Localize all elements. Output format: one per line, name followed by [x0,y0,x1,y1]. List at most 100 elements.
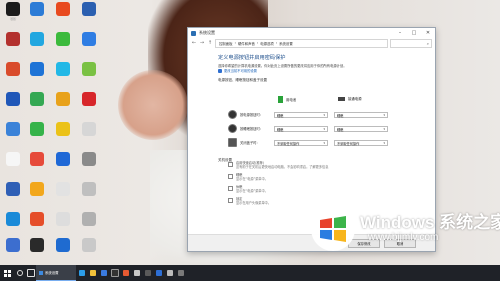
app-icon [30,92,44,106]
app-icon [6,32,20,46]
chevron-down-icon: ▾ [383,127,385,131]
desktop-shortcut[interactable]: QQ [2,2,24,28]
task-view-icon[interactable] [25,265,36,281]
app-icon [30,152,44,166]
breadcrumb[interactable]: 控制面板 › 硬件和声音 › 电源选项 › 系统设置 [215,38,388,48]
desktop-shortcut[interactable] [2,182,24,208]
breadcrumb-item[interactable]: 系统设置 [279,41,293,46]
desktop-shortcut[interactable] [78,238,100,264]
desktop-shortcut[interactable] [2,62,24,88]
app-icon[interactable] [109,265,120,281]
sleep-button-battery-select[interactable]: 睡眠 ▾ [274,126,328,132]
checkbox-box[interactable] [228,197,233,203]
search-taskbar-icon[interactable] [14,265,25,281]
desktop-shortcut[interactable] [52,62,74,88]
desktop-shortcut[interactable] [26,212,48,238]
power-button-plugged-select[interactable]: 睡眠 ▾ [334,112,388,118]
fast-startup-checkbox[interactable]: 启用快速启动(推荐) 这有助于在关机后更快地启动电脑。不会影响重启。了解更多信息 [228,161,328,169]
lock-checkbox[interactable]: 锁定 显示在用户头像菜单中。 [228,197,271,205]
desktop-shortcut[interactable] [2,238,24,264]
checkbox-box[interactable] [228,161,233,167]
desktop-shortcut[interactable] [26,2,48,28]
app-icon [6,92,20,106]
desktop-shortcut[interactable] [26,152,48,178]
desktop-shortcut[interactable] [2,212,24,238]
close-icon[interactable]: ✕ [421,30,435,36]
folder-icon[interactable] [87,265,98,281]
desktop-shortcut[interactable] [78,32,100,58]
checkbox-box[interactable] [228,185,233,191]
app-icon [30,62,44,76]
desktop: QQ 系统设置 – □ ✕ ← → ↑ 控制面板 › 硬件和声音 › 电源选项 › 系… [0,0,500,265]
up-icon[interactable]: ↑ [207,40,213,46]
moon-icon [228,124,237,133]
forward-icon[interactable]: → [199,40,205,46]
edge-icon[interactable] [76,265,87,281]
app-icon[interactable] [164,265,175,281]
desktop-shortcut[interactable] [52,152,74,178]
desktop-shortcut[interactable] [78,2,100,28]
search-input[interactable]: ⌕ [390,38,432,48]
hibernate-checkbox[interactable]: 休眠 显示在“电源”菜单中。 [228,185,268,193]
desktop-shortcut[interactable] [52,182,74,208]
desktop-shortcut[interactable] [26,32,48,58]
desktop-shortcut[interactable] [78,122,100,148]
desktop-shortcut[interactable] [78,152,100,178]
start-button[interactable] [0,265,14,281]
desktop-shortcut[interactable] [26,92,48,118]
app-icon[interactable] [142,265,153,281]
back-icon[interactable]: ← [191,40,197,46]
sleep-button-plugged-select[interactable]: 睡眠 ▾ [334,126,388,132]
watermark-url: www.bjjmlv.com [368,232,439,243]
app-icon [82,2,96,16]
breadcrumb-item[interactable]: 电源选项 [260,41,274,46]
desktop-shortcut[interactable] [2,92,24,118]
desktop-shortcut[interactable] [52,122,74,148]
power-button-battery-select[interactable]: 睡眠 ▾ [274,112,328,118]
desktop-shortcut[interactable] [52,212,74,238]
change-settings-link[interactable]: 更改当前不可用的设置 [218,68,435,74]
desktop-shortcut[interactable] [78,212,100,238]
app-icon [6,212,20,226]
desktop-shortcut[interactable] [52,2,74,28]
desktop-shortcut[interactable] [2,32,24,58]
desktop-shortcut[interactable] [52,238,74,264]
store-icon[interactable] [98,265,109,281]
app-icon [82,238,96,252]
desktop-shortcut[interactable] [26,62,48,88]
lid-plugged-select[interactable]: 不采取任何操作 ▾ [334,140,388,146]
power-button-row: 按电源按钮时: [228,110,268,119]
control-panel-icon [39,270,43,275]
app-icon [6,62,20,76]
desktop-shortcut[interactable] [78,182,100,208]
sleep-checkbox[interactable]: 睡眠 显示在“电源”菜单中。 [228,173,268,181]
desktop-shortcut[interactable] [2,122,24,148]
app-icon[interactable] [175,265,186,281]
desktop-shortcut[interactable] [78,62,100,88]
app-icon [6,152,20,166]
app-icon [30,32,44,46]
maximize-icon[interactable]: □ [407,30,421,36]
app-icon[interactable] [153,265,164,281]
app-icon [56,238,70,252]
app-icon [56,212,70,226]
plug-icon [338,96,345,101]
desktop-shortcut[interactable] [78,92,100,118]
taskbar-active-window[interactable]: 系统设置 [36,265,76,281]
lid-battery-select[interactable]: 不采取任何操作 ▾ [274,140,328,146]
breadcrumb-item[interactable]: 硬件和声音 [238,41,255,46]
desktop-shortcut-label: QQ [10,17,16,21]
desktop-shortcut[interactable] [26,238,48,264]
app-icon[interactable] [120,265,131,281]
app-icon[interactable] [131,265,142,281]
desktop-shortcut[interactable] [52,32,74,58]
minimize-icon[interactable]: – [393,30,407,36]
app-icon [30,182,44,196]
desktop-shortcut[interactable] [52,92,74,118]
chevron-down-icon: ▾ [323,113,325,117]
desktop-shortcut[interactable] [26,182,48,208]
checkbox-box[interactable] [228,173,233,179]
breadcrumb-item[interactable]: 控制面板 [219,41,233,46]
desktop-shortcut[interactable] [26,122,48,148]
desktop-shortcut[interactable] [2,152,24,178]
